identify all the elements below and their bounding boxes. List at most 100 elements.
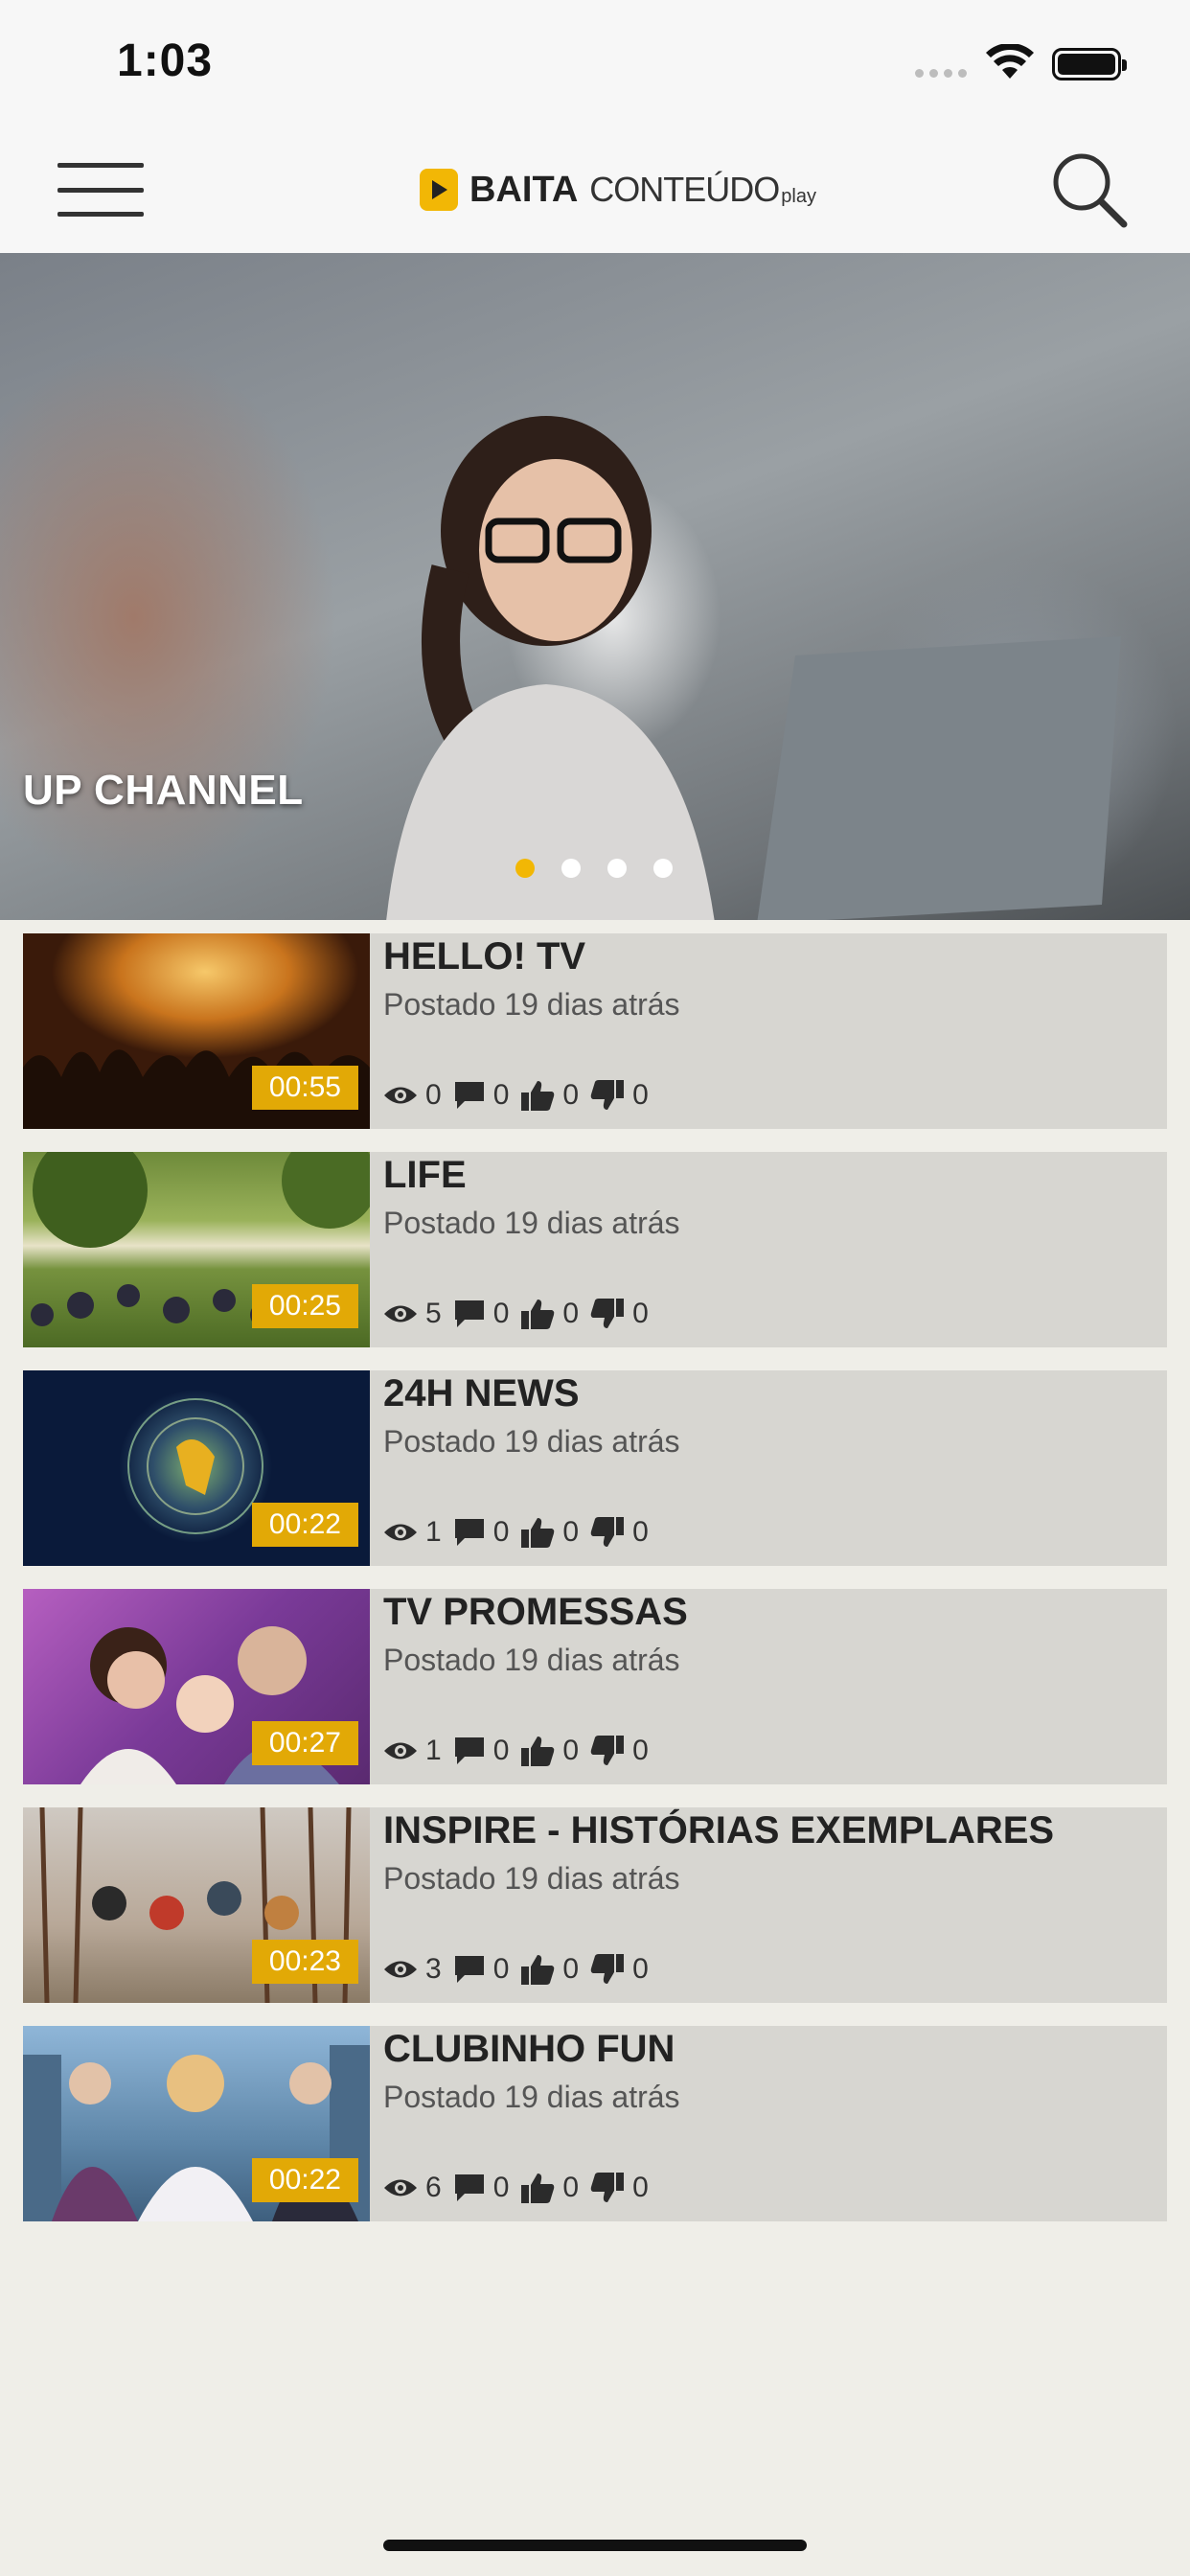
- dislikes-count: 0: [632, 1079, 649, 1111]
- item-date: Postado 19 dias atrás: [383, 2080, 680, 2114]
- duration-badge: 00:22: [251, 2158, 358, 2202]
- home-indicator[interactable]: [383, 2540, 807, 2551]
- comment-icon[interactable]: [453, 2173, 486, 2203]
- carousel-dot-2[interactable]: [561, 859, 581, 878]
- comments-count: 0: [492, 1079, 510, 1111]
- app-header: BAITA CONTEÚDO play: [0, 126, 1190, 253]
- list-item[interactable]: 00:25 LIFE Postado 19 dias atrás 5 0 0 0: [23, 1152, 1167, 1347]
- hamburger-menu-icon[interactable]: [57, 161, 144, 218]
- list-item[interactable]: 00:22 24H NEWS Postado 19 dias atrás 1 0…: [23, 1370, 1167, 1566]
- video-thumbnail: 00:22: [23, 1370, 370, 1566]
- video-thumbnail: 00:27: [23, 1589, 370, 1784]
- comments-count: 0: [492, 2172, 510, 2203]
- thumbs-up-icon[interactable]: [520, 1516, 555, 1549]
- dislikes-count: 0: [632, 1735, 649, 1766]
- item-title: CLUBINHO FUN: [383, 2028, 675, 2070]
- eye-icon: [384, 1742, 417, 1760]
- comment-icon[interactable]: [453, 1517, 486, 1548]
- likes-count: 0: [562, 1298, 580, 1329]
- eye-icon: [384, 2179, 417, 2196]
- list-item[interactable]: 00:55 HELLO! TV Postado 19 dias atrás 0 …: [23, 933, 1167, 1129]
- dislikes-count: 0: [632, 2172, 649, 2203]
- thumbs-down-icon[interactable]: [590, 1079, 625, 1112]
- laptop-image: [757, 636, 1121, 920]
- duration-badge: 00:55: [251, 1066, 358, 1110]
- carousel-dot-4[interactable]: [653, 859, 673, 878]
- views-count: 6: [425, 2172, 442, 2203]
- eye-icon: [384, 1961, 417, 1978]
- eye-icon: [384, 1524, 417, 1541]
- dislikes-count: 0: [632, 1953, 649, 1985]
- dislikes-count: 0: [632, 1516, 649, 1548]
- duration-badge: 00:25: [251, 1284, 358, 1328]
- views-count: 5: [425, 1298, 442, 1329]
- comments-count: 0: [492, 1298, 510, 1329]
- item-title: HELLO! TV: [383, 935, 586, 978]
- comments-count: 0: [492, 1953, 510, 1985]
- carousel-dot-3[interactable]: [607, 859, 627, 878]
- duration-badge: 00:22: [251, 1503, 358, 1547]
- list-item[interactable]: 00:27 TV PROMESSAS Postado 19 dias atrás…: [23, 1589, 1167, 1784]
- logo-text-play: play: [781, 185, 816, 207]
- logo-text-light: CONTEÚDO: [589, 170, 780, 209]
- video-thumbnail: 00:22: [23, 2026, 370, 2221]
- eye-icon: [384, 1305, 417, 1322]
- cellular-signal-icon: [915, 69, 967, 78]
- likes-count: 0: [562, 1735, 580, 1766]
- carousel-dot-1[interactable]: [515, 859, 535, 878]
- item-title: TV PROMESSAS: [383, 1591, 688, 1633]
- views-count: 0: [425, 1079, 442, 1111]
- views-count: 1: [425, 1516, 442, 1548]
- likes-count: 0: [562, 1516, 580, 1548]
- item-title: 24H NEWS: [383, 1372, 580, 1414]
- comment-icon[interactable]: [453, 1080, 486, 1111]
- views-count: 1: [425, 1735, 442, 1766]
- app-logo: BAITA CONTEÚDO play: [420, 161, 816, 218]
- item-date: Postado 19 dias atrás: [383, 1206, 680, 1240]
- thumbs-up-icon[interactable]: [520, 1953, 555, 1986]
- channel-list: 00:55 HELLO! TV Postado 19 dias atrás 0 …: [23, 933, 1167, 2244]
- comment-icon[interactable]: [453, 1954, 486, 1985]
- thumbs-down-icon[interactable]: [590, 1953, 625, 1986]
- battery-icon: [1052, 48, 1127, 80]
- item-date: Postado 19 dias atrás: [383, 1424, 680, 1459]
- likes-count: 0: [562, 1079, 580, 1111]
- item-date: Postado 19 dias atrás: [383, 987, 680, 1022]
- search-icon[interactable]: [1049, 150, 1130, 230]
- item-stats: 1 0 0 0: [383, 1516, 660, 1549]
- thumbs-up-icon[interactable]: [520, 1079, 555, 1112]
- thumbs-down-icon[interactable]: [590, 2172, 625, 2204]
- hero-image: [386, 416, 715, 920]
- list-item[interactable]: 00:23 INSPIRE - HISTÓRIAS EXEMPLARES Pos…: [23, 1807, 1167, 2003]
- logo-text-strong: BAITA: [469, 169, 579, 210]
- duration-badge: 00:23: [251, 1940, 358, 1984]
- list-item[interactable]: 00:22 CLUBINHO FUN Postado 19 dias atrás…: [23, 2026, 1167, 2221]
- video-thumbnail: 00:55: [23, 933, 370, 1129]
- item-stats: 1 0 0 0: [383, 1735, 660, 1767]
- status-bar: 1:03: [0, 0, 1190, 126]
- thumbs-down-icon[interactable]: [590, 1516, 625, 1549]
- hero-banner[interactable]: UP CHANNEL: [0, 253, 1190, 920]
- video-thumbnail: 00:23: [23, 1807, 370, 2003]
- item-title: LIFE: [383, 1154, 467, 1196]
- comments-count: 0: [492, 1735, 510, 1766]
- status-time: 1:03: [117, 35, 214, 86]
- thumbs-up-icon[interactable]: [520, 1298, 555, 1330]
- thumbs-up-icon[interactable]: [520, 1735, 555, 1767]
- thumbs-up-icon[interactable]: [520, 2172, 555, 2204]
- hero-title: UP CHANNEL: [23, 767, 304, 814]
- comment-icon[interactable]: [453, 1736, 486, 1766]
- thumbs-down-icon[interactable]: [590, 1735, 625, 1767]
- comment-icon[interactable]: [453, 1299, 486, 1329]
- eye-icon: [384, 1087, 417, 1104]
- thumbs-down-icon[interactable]: [590, 1298, 625, 1330]
- carousel-pagination: [515, 859, 673, 878]
- likes-count: 0: [562, 2172, 580, 2203]
- item-date: Postado 19 dias atrás: [383, 1861, 680, 1896]
- video-thumbnail: 00:25: [23, 1152, 370, 1347]
- dislikes-count: 0: [632, 1298, 649, 1329]
- wifi-icon: [986, 44, 1034, 79]
- item-stats: 6 0 0 0: [383, 2172, 660, 2204]
- item-stats: 0 0 0 0: [383, 1079, 660, 1112]
- item-date: Postado 19 dias atrás: [383, 1643, 680, 1677]
